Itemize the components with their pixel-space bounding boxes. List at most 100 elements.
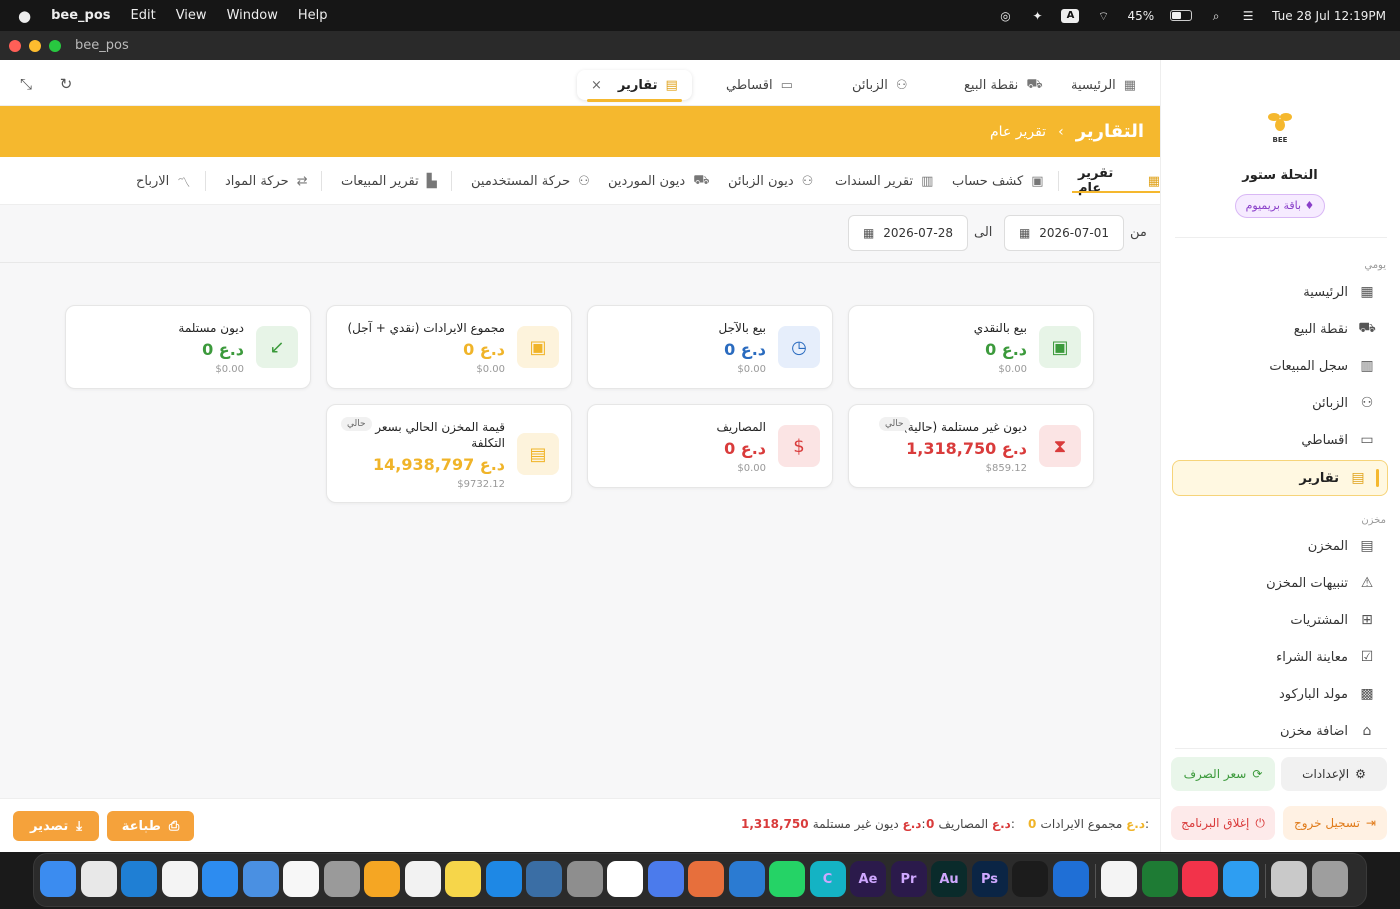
dock-simulator-icon[interactable] (526, 861, 562, 897)
card-collected-debts[interactable]: ↙ ديون مستلمة 0 د.ع $0.00 (65, 305, 311, 389)
dock-preview-icon[interactable] (1101, 861, 1137, 897)
sidebar-item-store[interactable]: المخزن ▤ (1172, 529, 1388, 563)
dock-au-icon[interactable]: Au (931, 861, 967, 897)
sidebar-item-home[interactable]: الرئيسية ▦ (1172, 275, 1388, 309)
dock-vs-code-icon[interactable] (728, 861, 765, 897)
sidebar-item-installments[interactable]: اقساطي ▭ (1172, 423, 1388, 457)
card-cash-sales[interactable]: ▣ بيع بالنقدي 0 د.ع $0.00 (848, 305, 1094, 389)
sidebar-item-add-store[interactable]: اضافة مخزن ⌂ (1172, 714, 1388, 748)
dock-whatsapp-icon[interactable] (769, 861, 805, 897)
dock-davinci-icon[interactable] (1012, 861, 1048, 897)
card-uncollected-debts[interactable]: ⧗ ديون غير مستلمة (حالية) حالي 1,318,750… (848, 404, 1094, 488)
dock-pages-icon[interactable] (364, 861, 400, 897)
dock-chatgpt-icon[interactable] (607, 861, 643, 897)
tab-customers[interactable]: الزبائن ⚇ (852, 70, 908, 100)
battery-icon[interactable] (1170, 10, 1193, 21)
subtab-stock-movement[interactable]: حركة المواد ⇄ (225, 157, 308, 205)
card-inventory-value[interactable]: ▤ قيمة المخزن الحالي بسعر التكلفة حالي 1… (326, 404, 572, 503)
card-usd: $0.00 (476, 364, 505, 375)
premium-badge[interactable]: باقة بريميوم ♦ (1235, 194, 1325, 218)
spotlight-search-icon[interactable]: ⌕ (1208, 9, 1224, 23)
dock-canva-icon[interactable]: C (809, 861, 846, 897)
dock-music-icon[interactable] (1182, 861, 1218, 897)
dock-finder-icon[interactable] (40, 861, 76, 897)
print-button[interactable]: طباعة ⎙ (107, 811, 194, 841)
menu-app-name[interactable]: bee_pos (51, 8, 110, 23)
dock-flutter-icon[interactable] (1222, 861, 1259, 897)
sidebar-item-purchase-preview[interactable]: معاينة الشراء ☑ (1172, 640, 1388, 674)
menu-edit[interactable]: Edit (131, 8, 156, 23)
sidebar-item-barcode-generator[interactable]: مولد الباركود ▩ (1172, 677, 1388, 711)
subtab-customer-debts[interactable]: ديون الزبائن ⚇ (728, 157, 813, 205)
dock-chrome-icon[interactable] (161, 861, 198, 897)
sidebar-item-pos[interactable]: نقطة البيع ⛟ (1172, 312, 1388, 346)
dock-quicktime-icon[interactable] (1052, 861, 1089, 897)
subtab-supplier-debts[interactable]: ديون الموردين ⛟ (608, 157, 710, 205)
menu-view[interactable]: View (176, 8, 207, 23)
dock-edge-icon[interactable] (121, 861, 157, 897)
dock-ps-icon[interactable]: Ps (971, 861, 1008, 897)
collapse-icon[interactable]: ⤡ (16, 74, 36, 94)
dock-app-store-icon[interactable] (485, 861, 522, 897)
dock-numbers-icon[interactable] (1141, 861, 1178, 897)
card-expenses[interactable]: $ المصاريف 0 د.ع $0.00 (587, 404, 833, 488)
divider (451, 171, 452, 191)
dock-settings-icon[interactable] (566, 861, 603, 897)
tab-pos[interactable]: نقطة البيع ⛟ (964, 70, 1043, 100)
minimize-window-button[interactable] (29, 39, 41, 52)
close-app-button[interactable]: إغلاق البرنامج ⏻ (1171, 806, 1275, 840)
card-total-revenue[interactable]: ▣ مجموع الايرادات (نقدي + آجل) 0 د.ع $0.… (326, 305, 572, 389)
subtab-general-report[interactable]: تقرير عام ▦ (1072, 157, 1168, 205)
dock-gemini-icon[interactable] (647, 861, 684, 897)
sidebar-item-sales-log[interactable]: سجل المبيعات ▥ (1172, 349, 1388, 383)
sidebar-item-customers[interactable]: الزبائن ⚇ (1172, 386, 1388, 420)
tab-home[interactable]: الرئيسية ▦ (1071, 70, 1136, 100)
page-title[interactable]: التقارير (1076, 121, 1144, 142)
exchange-rate-button[interactable]: سعر الصرف ⟳ (1171, 757, 1275, 791)
control-center-icon[interactable]: ☰ (1240, 9, 1256, 23)
subtab-account-statement[interactable]: كشف حساب ▣ (952, 157, 1044, 205)
logout-button[interactable]: تسجيل خروج ⇥ (1283, 806, 1387, 840)
sparkle-icon[interactable]: ✦ (1029, 9, 1045, 23)
creative-cloud-icon[interactable]: ◎ (997, 9, 1013, 23)
tab-reports[interactable]: × تقارير ▤ (577, 70, 692, 102)
menu-window[interactable]: Window (227, 8, 278, 23)
refresh-icon[interactable]: ↻ (56, 74, 76, 94)
dock-ae-icon[interactable]: Ae (850, 861, 886, 897)
settings-button[interactable]: الإعدادات ⚙ (1281, 757, 1387, 791)
card-credit-sales[interactable]: ◷ بيع بالآجل 0 د.ع $0.00 (587, 305, 833, 389)
wifi-icon[interactable]: ⌔ (1095, 9, 1111, 23)
subtab-user-activity[interactable]: حركة المستخدمين ⚇ (471, 157, 590, 205)
menu-help[interactable]: Help (298, 8, 328, 23)
export-button[interactable]: تصدير ⤓ (13, 811, 99, 841)
dock-claude-icon[interactable] (688, 861, 724, 897)
subtab-label: ديون الموردين (608, 173, 686, 189)
subtab-vouchers-report[interactable]: تقرير السندات ▥ (835, 157, 933, 205)
dock-mail-icon[interactable] (242, 861, 279, 897)
menu-clock[interactable]: Tue 28 Jul 12:19PM (1272, 9, 1386, 23)
sidebar-item-store-alerts[interactable]: تنبيهات المخزن ⚠ (1172, 566, 1388, 600)
dock-finder-files-icon[interactable] (1271, 861, 1307, 897)
zoom-window-button[interactable] (49, 39, 61, 52)
sidebar-item-purchases[interactable]: المشتريات ⊞ (1172, 603, 1388, 637)
dock-pr-icon[interactable]: Pr (890, 861, 927, 897)
apple-icon[interactable]: ● (18, 7, 31, 25)
close-window-button[interactable] (9, 39, 21, 52)
dock-notes-icon[interactable] (445, 861, 481, 897)
to-date-input[interactable]: ▦ 2026-07-28 (848, 215, 968, 251)
dock-safari-icon[interactable] (202, 861, 238, 897)
close-tab-icon[interactable]: × (591, 78, 602, 93)
dock-trash-icon[interactable] (1311, 861, 1348, 897)
dock-launchpad-icon[interactable] (80, 861, 117, 897)
from-date-input[interactable]: ▦ 2026-07-01 (1004, 215, 1124, 251)
report-tabs: تقرير عام ▦ كشف حساب ▣ تقرير السندات ▥ د… (0, 157, 1168, 205)
app-window: bee_pos ⤡ ↻ × تقارير ▤ اقساطي ▭ الزبائن … (0, 31, 1400, 852)
dock-photos-icon[interactable] (283, 861, 319, 897)
subtab-profits[interactable]: الارباح 〽 (136, 157, 190, 205)
dock-reminders-icon[interactable] (404, 861, 441, 897)
subtab-sales-report[interactable]: تقرير المبيعات ▙ (341, 157, 437, 205)
input-source-icon[interactable]: A (1061, 8, 1080, 23)
sidebar-item-reports[interactable]: تقارير ▤ (1172, 460, 1388, 496)
tab-installments[interactable]: اقساطي ▭ (726, 70, 793, 100)
dock-contacts-icon[interactable] (323, 861, 360, 897)
